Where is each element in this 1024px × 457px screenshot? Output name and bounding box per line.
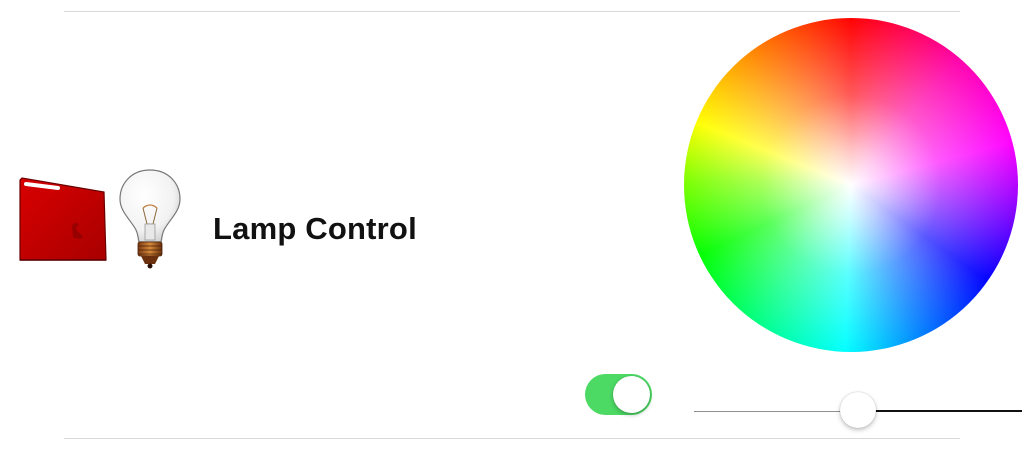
slider-thumb[interactable] <box>840 392 876 428</box>
bottom-divider <box>64 438 960 439</box>
color-wheel-picker[interactable] <box>684 18 1018 352</box>
lamp-control-panel: Lamp Control <box>0 0 1024 457</box>
light-bulb-icon <box>119 169 181 269</box>
brightness-slider[interactable] <box>694 392 1022 430</box>
toggle-knob <box>613 376 650 413</box>
slider-track-min <box>694 411 858 412</box>
page-title: Lamp Control <box>213 211 417 246</box>
red-device-icon <box>19 177 107 261</box>
slider-track-max <box>858 410 1022 412</box>
top-divider <box>64 11 960 12</box>
power-toggle[interactable] <box>585 374 652 415</box>
